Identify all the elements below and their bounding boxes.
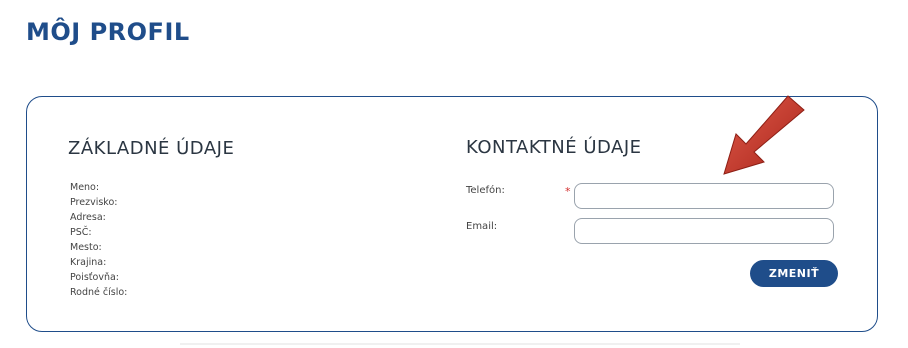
phone-input[interactable]: [574, 183, 834, 209]
basic-info-title: ZÁKLADNÉ ÚDAJE: [68, 138, 235, 159]
change-button[interactable]: ZMENIŤ: [750, 260, 838, 287]
basic-row-zip: PSČ:: [70, 225, 228, 240]
footer-divider: [180, 343, 740, 345]
row-label: PSČ:: [70, 227, 92, 238]
basic-row-name: Meno:: [70, 180, 228, 195]
basic-row-surname: Prezvisko:: [70, 195, 228, 210]
basic-info-list: Meno: Prezvisko: Adresa: PSČ: Mesto: Kra…: [70, 180, 228, 300]
contact-info-title: KONTAKTNÉ ÚDAJE: [466, 137, 642, 158]
row-label: Poisťovňa:: [70, 272, 119, 283]
row-label: Mesto:: [70, 242, 102, 253]
phone-label: Telefón:: [466, 185, 505, 196]
email-label: Email:: [466, 221, 498, 232]
row-label: Meno:: [70, 182, 100, 193]
basic-row-address: Adresa:: [70, 210, 228, 225]
basic-row-country: Krajina:: [70, 255, 228, 270]
basic-row-city: Mesto:: [70, 240, 228, 255]
required-marker: *: [565, 185, 571, 198]
email-input[interactable]: [574, 218, 834, 244]
annotation-arrow-icon: [718, 94, 810, 178]
row-label: Rodné číslo:: [70, 287, 128, 298]
page-title: MÔJ PROFIL: [26, 18, 190, 46]
basic-row-birth-number: Rodné číslo:: [70, 285, 228, 300]
row-label: Krajina:: [70, 257, 107, 268]
basic-row-insurer: Poisťovňa:: [70, 270, 228, 285]
row-label: Prezvisko:: [70, 197, 118, 208]
row-label: Adresa:: [70, 212, 106, 223]
